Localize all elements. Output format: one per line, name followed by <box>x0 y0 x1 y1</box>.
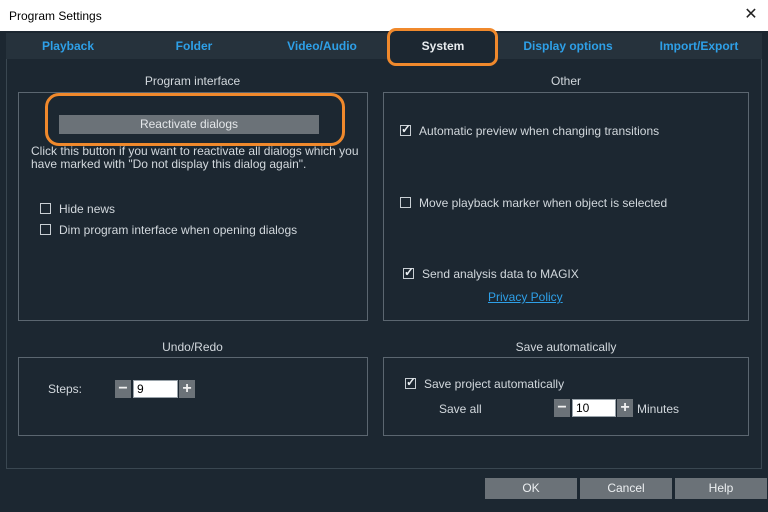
minutes-increment-button[interactable]: + <box>617 399 633 417</box>
steps-increment-button[interactable]: + <box>179 380 195 398</box>
save-all-label: Save all <box>439 402 482 416</box>
close-icon[interactable]: ✕ <box>742 6 760 24</box>
save-auto-box <box>383 357 749 436</box>
minutes-input[interactable]: 10 <box>572 399 616 417</box>
auto-preview-label: Automatic preview when changing transiti… <box>419 124 660 138</box>
send-analysis-checkbox[interactable] <box>403 265 414 279</box>
tab-bar: Playback Folder Video/Audio System Displ… <box>6 33 762 59</box>
help-button[interactable]: Help <box>675 478 767 499</box>
reactivate-description-line2: have marked with "Do not display this di… <box>31 157 307 171</box>
tab-display-options[interactable]: Display options <box>500 33 636 59</box>
reactivate-dialogs-button[interactable]: Reactivate dialogs <box>59 115 319 134</box>
move-marker-label: Move playback marker when object is sele… <box>419 196 668 210</box>
save-project-checkbox[interactable] <box>405 375 416 389</box>
tab-video-audio[interactable]: Video/Audio <box>258 33 386 59</box>
ok-button[interactable]: OK <box>485 478 577 499</box>
steps-input[interactable]: 9 <box>133 380 178 398</box>
save-auto-title: Save automatically <box>515 340 617 354</box>
tab-import-export[interactable]: Import/Export <box>636 33 762 59</box>
auto-preview-checkbox[interactable] <box>400 122 411 136</box>
cancel-button[interactable]: Cancel <box>580 478 672 499</box>
reactivate-description-line1: Click this button if you want to reactiv… <box>31 144 359 158</box>
hide-news-label: Hide news <box>59 202 116 216</box>
minutes-decrement-button[interactable]: − <box>554 399 570 417</box>
save-project-label: Save project automatically <box>424 377 565 391</box>
send-analysis-label: Send analysis data to MAGIX <box>422 267 579 281</box>
dim-interface-label: Dim program interface when opening dialo… <box>59 223 298 237</box>
minutes-label: Minutes <box>637 402 680 416</box>
undo-redo-title: Undo/Redo <box>162 340 223 354</box>
title-bar: Program Settings ✕ <box>0 0 768 31</box>
privacy-policy-link[interactable]: Privacy Policy <box>488 290 563 304</box>
hide-news-checkbox[interactable] <box>40 203 51 214</box>
steps-decrement-button[interactable]: − <box>115 380 131 398</box>
dim-interface-checkbox[interactable] <box>40 224 51 235</box>
tab-folder[interactable]: Folder <box>130 33 258 59</box>
tab-playback[interactable]: Playback <box>6 33 130 59</box>
window-title: Program Settings <box>9 9 102 23</box>
tab-system[interactable]: System <box>390 33 496 59</box>
program-interface-title: Program interface <box>144 74 241 88</box>
move-marker-checkbox[interactable] <box>400 197 411 208</box>
steps-label: Steps: <box>48 382 83 396</box>
other-title: Other <box>550 74 581 88</box>
